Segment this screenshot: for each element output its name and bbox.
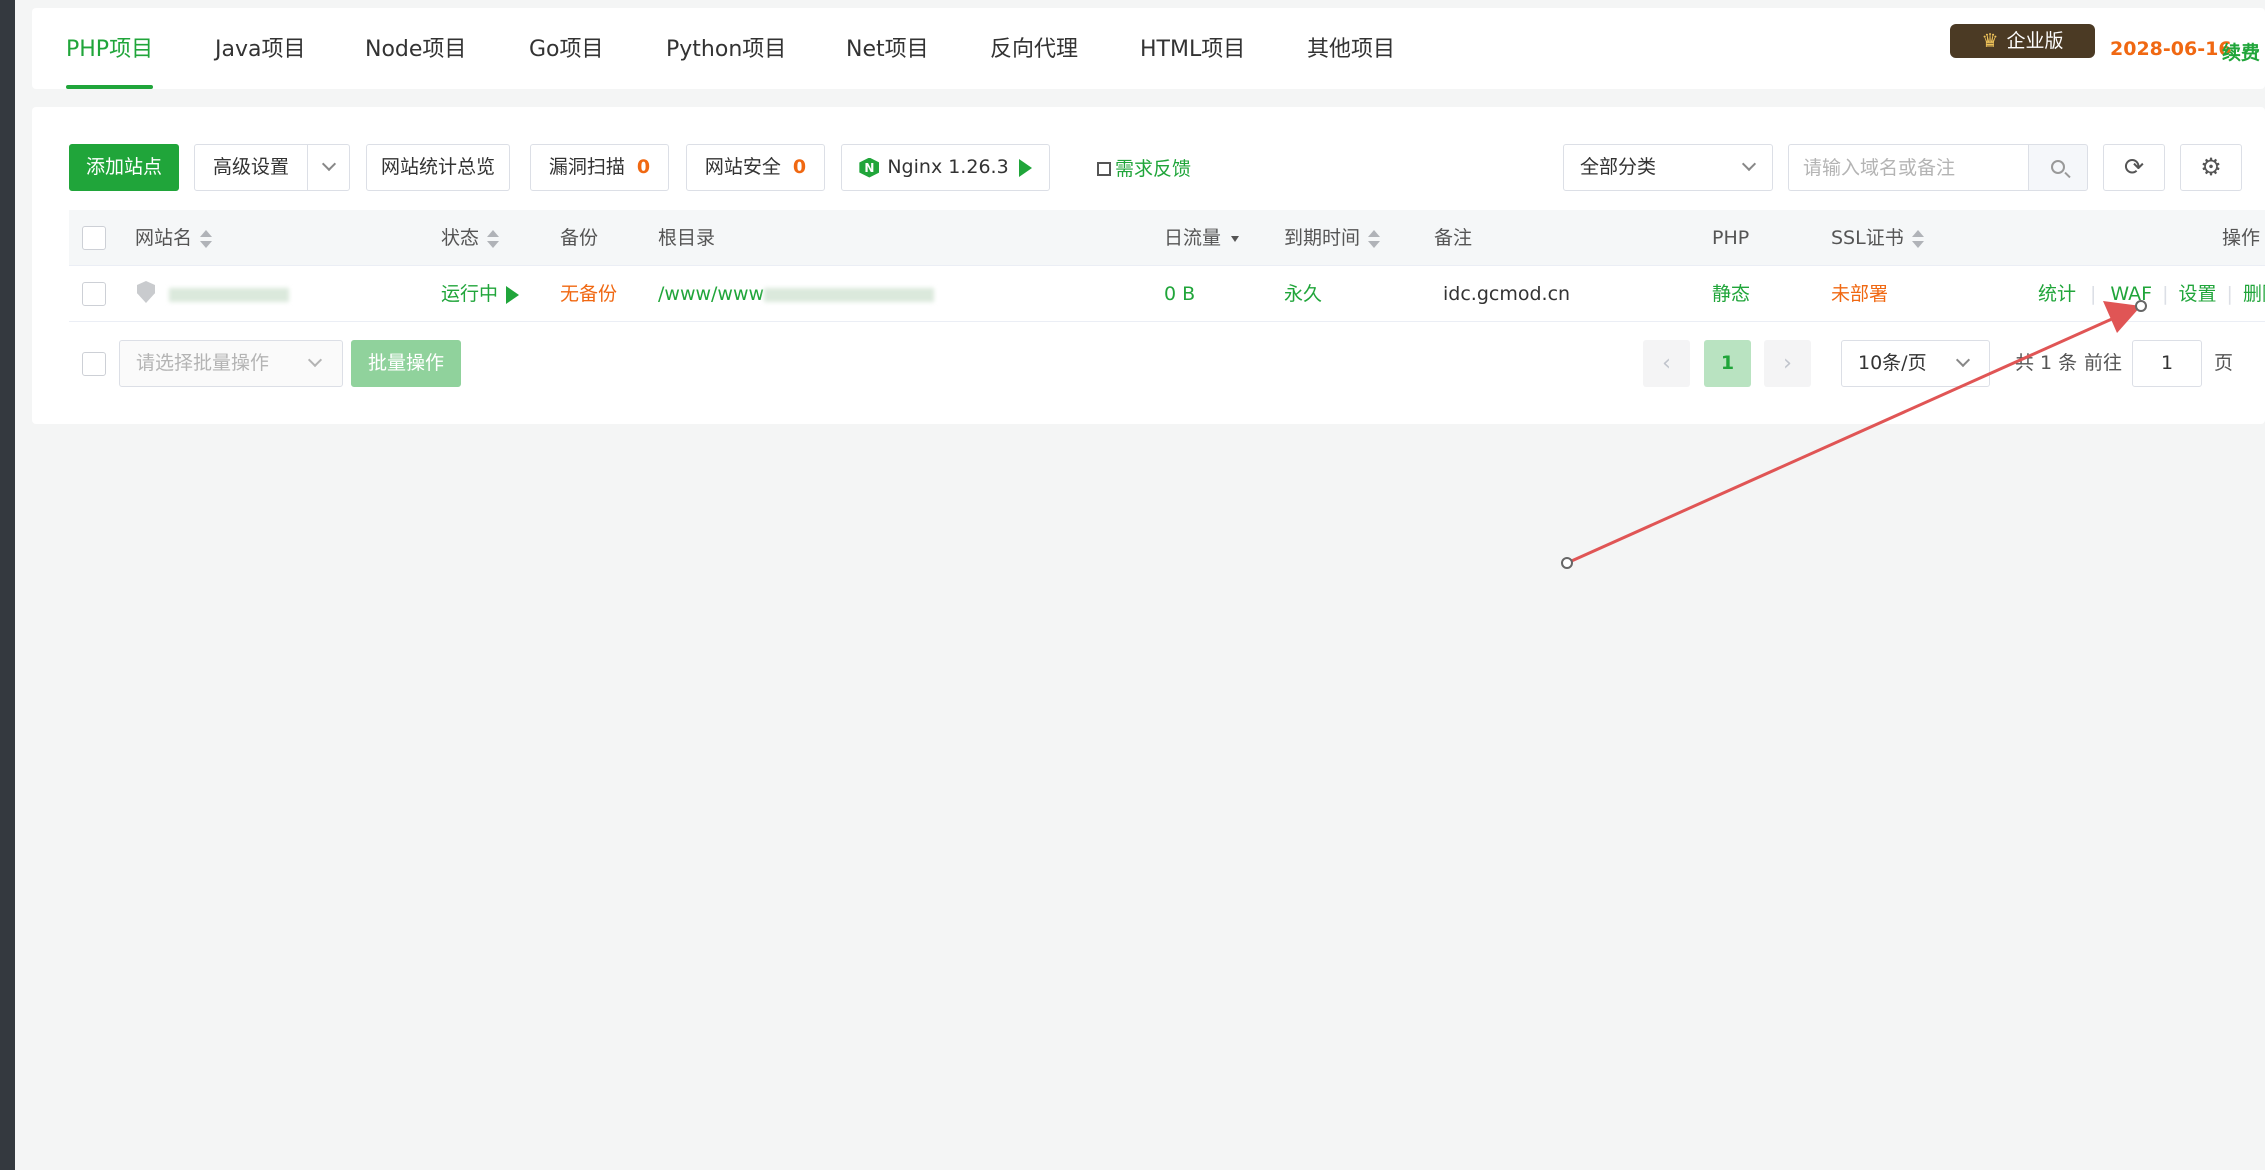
next-page-button[interactable]: › <box>1764 340 1811 387</box>
refresh-icon: ⟳ <box>2123 153 2145 181</box>
nginx-version: Nginx 1.26.3 <box>887 156 1009 178</box>
play-icon <box>1018 158 1032 177</box>
site-expire[interactable]: 永久 <box>1284 266 1322 322</box>
add-site-button[interactable]: 添加站点 <box>69 144 179 191</box>
search-button[interactable] <box>2028 144 2088 191</box>
header-traffic[interactable]: 日流量 <box>1164 210 1240 266</box>
page-jump-input[interactable]: 1 <box>2132 340 2202 387</box>
tab-node[interactable]: Node项目 <box>365 8 466 89</box>
chevron-down-icon <box>321 156 337 172</box>
sort-icon <box>200 229 213 248</box>
page-size-select[interactable]: 10条/页 <box>1841 340 1990 387</box>
advanced-settings-dropdown[interactable]: 高级设置 <box>194 144 350 191</box>
prev-page-button[interactable]: ‹ <box>1643 340 1690 387</box>
vuln-scan-label: 漏洞扫描 <box>548 156 625 178</box>
tab-python[interactable]: Python项目 <box>666 8 786 89</box>
batch-select-checkbox[interactable] <box>82 352 106 376</box>
renew-link[interactable]: 续费 <box>2222 38 2260 65</box>
vuln-scan-button[interactable]: 漏洞扫描 0 <box>530 144 669 191</box>
op-waf[interactable]: WAF <box>2110 283 2152 305</box>
site-php[interactable]: 静态 <box>1712 266 1750 322</box>
header-backup: 备份 <box>560 227 599 249</box>
feedback-link[interactable]: 需求反馈 <box>1097 154 1191 181</box>
site-backup[interactable]: 无备份 <box>560 266 617 322</box>
site-traffic[interactable]: 0 B <box>1164 266 1195 322</box>
chevron-down-icon <box>1955 352 1971 368</box>
shield-icon <box>137 281 155 303</box>
header-root-dir: 根目录 <box>658 227 716 249</box>
tab-php[interactable]: PHP项目 <box>66 8 154 89</box>
header-site-name[interactable]: 网站名 <box>135 210 213 266</box>
settings-button[interactable]: ⚙ <box>2180 144 2242 191</box>
site-name-redacted[interactable] <box>169 266 289 322</box>
goto-label: 前往 <box>2084 352 2123 374</box>
sort-desc-icon <box>1231 235 1240 242</box>
tab-reverse-proxy[interactable]: 反向代理 <box>990 8 1078 89</box>
tab-other[interactable]: 其他项目 <box>1307 8 1395 89</box>
site-remark[interactable]: idc.gcmod.cn <box>1443 266 1570 322</box>
sort-icon <box>1911 229 1924 248</box>
page-1-button[interactable]: 1 <box>1704 340 1751 387</box>
site-stats-overview-button[interactable]: 网站统计总览 <box>366 144 510 191</box>
site-status[interactable]: 运行中 <box>441 266 520 322</box>
header-php: PHP <box>1712 227 1750 249</box>
site-ssl[interactable]: 未部署 <box>1831 266 1888 322</box>
expiry-date: 2028-06-16 <box>2110 38 2232 60</box>
page-suffix: 页 <box>2214 352 2234 374</box>
site-security-label: 网站安全 <box>704 156 781 178</box>
search-icon <box>2051 160 2065 174</box>
batch-action-placeholder: 请选择批量操作 <box>136 352 270 374</box>
project-tabs-bar: PHP项目 Java项目 Node项目 Go项目 Python项目 Net项目 … <box>32 8 2265 89</box>
refresh-button[interactable]: ⟳ <box>2103 144 2165 191</box>
crown-icon: ♛ <box>1981 30 1999 52</box>
batch-action-select[interactable]: 请选择批量操作 <box>119 340 343 387</box>
gear-icon: ⚙ <box>2200 153 2222 181</box>
edition-label: 企业版 <box>2006 30 2064 52</box>
security-count: 0 <box>792 156 807 178</box>
nginx-button[interactable]: N Nginx 1.26.3 <box>841 144 1050 191</box>
category-select[interactable]: 全部分类 <box>1563 144 1773 191</box>
chevron-down-icon <box>307 352 323 368</box>
nginx-icon: N <box>859 157 880 178</box>
feedback-label: 需求反馈 <box>1115 158 1192 180</box>
sidebar-edge <box>0 0 15 1170</box>
header-ssl[interactable]: SSL证书 <box>1831 210 1924 266</box>
header-remark: 备注 <box>1434 227 1473 249</box>
sort-icon <box>487 229 500 248</box>
sort-icon <box>1368 229 1381 248</box>
op-stats[interactable]: 统计 <box>2038 283 2076 305</box>
play-icon <box>506 285 520 304</box>
edit-icon <box>1097 162 1111 176</box>
header-operations: 操作 <box>2222 227 2261 249</box>
op-settings[interactable]: 设置 <box>2179 283 2217 305</box>
edition-badge[interactable]: ♛ 企业版 <box>1950 24 2095 58</box>
header-status[interactable]: 状态 <box>441 210 500 266</box>
tab-go[interactable]: Go项目 <box>529 8 604 89</box>
batch-action-button[interactable]: 批量操作 <box>351 340 461 387</box>
advanced-settings-label: 高级设置 <box>213 156 290 178</box>
header-expire[interactable]: 到期时间 <box>1284 210 1381 266</box>
select-all-checkbox[interactable] <box>82 226 106 250</box>
table-row: 运行中 无备份 /www/www 0 B 永久 idc.gcmod.cn 静态 … <box>69 266 2265 322</box>
site-root-dir[interactable]: /www/www <box>658 266 935 322</box>
chevron-down-icon <box>1741 156 1757 172</box>
total-count: 共 1 条 <box>2015 352 2078 374</box>
vuln-count: 0 <box>636 156 651 178</box>
op-delete[interactable]: 删除 <box>2243 283 2265 305</box>
table-header: 网站名 状态 备份 根目录 日流量 到期时间 备注 PHP SSL证书 操作 <box>69 210 2265 266</box>
tab-java[interactable]: Java项目 <box>215 8 305 89</box>
search-input[interactable] <box>1788 144 2028 191</box>
row-checkbox[interactable] <box>82 282 106 306</box>
row-operations: 统计|WAF|设置|删除 <box>2038 266 2265 322</box>
site-list-panel: 添加站点 高级设置 网站统计总览 漏洞扫描 0 网站安全 0 N Nginx 1.26… <box>32 107 2265 424</box>
page-size-value: 10条/页 <box>1858 352 1927 374</box>
site-security-button[interactable]: 网站安全 0 <box>686 144 825 191</box>
category-value: 全部分类 <box>1580 156 1657 178</box>
tab-net[interactable]: Net项目 <box>846 8 929 89</box>
tab-html[interactable]: HTML项目 <box>1140 8 1245 89</box>
